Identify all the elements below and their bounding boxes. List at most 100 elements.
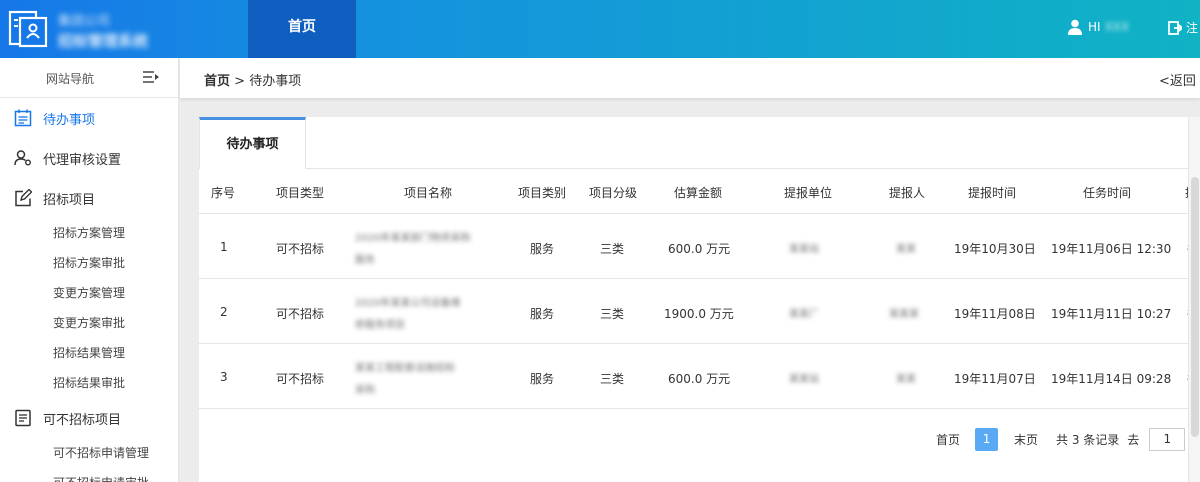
breadcrumb-bar: 首页 > 待办事项 <返回: [180, 58, 1200, 98]
cell-level: 三类: [600, 307, 625, 321]
sidebar-subitem[interactable]: 招标结果审批: [0, 368, 178, 398]
col-header: 项目类别: [518, 186, 567, 200]
breadcrumb-separator: >: [234, 74, 246, 89]
tab-bar: 待办事项: [199, 117, 1200, 169]
col-header: 提报人: [889, 186, 926, 200]
table-row[interactable]: 2 可不招标 2020年某某公司设备维 修服务项目 服务 三类 1900.0 万元…: [199, 279, 1200, 344]
back-link[interactable]: <返回: [1159, 70, 1196, 89]
vertical-scrollbar[interactable]: [1188, 117, 1200, 482]
cell-amount: 600.0 万元: [668, 242, 731, 256]
cell-no: 3: [220, 370, 228, 384]
cell-person: 某某: [896, 244, 916, 255]
breadcrumb-current: 待办事项: [249, 74, 302, 89]
breadcrumb-home[interactable]: 首页: [204, 74, 230, 89]
table-row[interactable]: 3 可不招标 某某工程配套设施招标 采购 服务 三类 600.0 万元 某某站 某…: [199, 344, 1200, 409]
sidebar-item-todo[interactable]: 待办事项: [0, 98, 178, 138]
pagination: 首页 1 末页 共 3 条记录 去 1 /: [936, 428, 1197, 451]
sidebar-subitem[interactable]: 变更方案审批: [0, 308, 178, 338]
document-icon: [15, 409, 31, 427]
user-greeting: HI: [1088, 20, 1101, 34]
content-panel: 待办事项 序号 项目类型 项目名称 项目类别 项目分级 估算金额 提报单位 提报…: [199, 117, 1200, 482]
user-icon: [1068, 19, 1082, 35]
cell-unit: 某某站: [789, 374, 819, 385]
cell-name[interactable]: 2020年某某公司设备维 修服务项目: [355, 293, 505, 337]
sidebar-item-no-bidding-project[interactable]: 可不招标项目: [0, 398, 178, 438]
cell-level: 三类: [600, 372, 625, 386]
tab-todo[interactable]: 待办事项: [199, 117, 306, 169]
page-first-button[interactable]: 首页: [936, 431, 960, 448]
sidebar-subitem[interactable]: 招标方案管理: [0, 218, 178, 248]
sidebar-subitem[interactable]: 可不招标申请管理: [0, 438, 178, 468]
cell-amount: 600.0 万元: [668, 372, 731, 386]
col-header: 序号: [211, 186, 236, 200]
logo-line1: 集团公司: [58, 14, 111, 29]
cell-report-time: 19年10月30日: [954, 242, 1036, 256]
page-goto-input[interactable]: 1: [1149, 428, 1186, 451]
cell-task-time: 19年11月11日 10:27: [1051, 307, 1172, 321]
sidebar-header: 网站导航: [0, 58, 178, 98]
cell-category: 服务: [530, 242, 555, 256]
col-header: 项目名称: [404, 186, 453, 200]
breadcrumb: 首页 > 待办事项: [204, 70, 301, 89]
logo-text: 集团公司 招标管理系统: [58, 10, 148, 51]
menu-collapse-icon[interactable]: [143, 70, 159, 84]
sidebar-subitem[interactable]: 招标结果管理: [0, 338, 178, 368]
col-header: 项目分级: [589, 186, 638, 200]
cell-name[interactable]: 2020年某某部门物资采购 服务: [355, 228, 505, 272]
sidebar-subitem[interactable]: 变更方案管理: [0, 278, 178, 308]
sidebar-item-label: 待办事项: [43, 112, 96, 128]
user-settings-icon: [14, 150, 31, 166]
cell-task-time: 19年11月14日 09:28: [1051, 372, 1172, 386]
col-header: 任务时间: [1083, 186, 1132, 200]
edit-icon: [15, 189, 32, 207]
sidebar-item-agent-review[interactable]: 代理审核设置: [0, 138, 178, 178]
table-header: 序号 项目类型 项目名称 项目类别 项目分级 估算金额 提报单位 提报人 提报时…: [199, 169, 1200, 214]
col-header: 项目类型: [276, 186, 325, 200]
logo-line2: 招标管理系统: [58, 32, 149, 50]
sidebar-item-label: 可不招标项目: [43, 412, 122, 428]
logout-icon: [1168, 20, 1182, 35]
sidebar-subitem[interactable]: 招标方案审批: [0, 248, 178, 278]
cell-report-time: 19年11月08日: [954, 307, 1036, 321]
cell-report-time: 19年11月07日: [954, 372, 1036, 386]
logout-button[interactable]: 注: [1168, 19, 1198, 36]
scrollbar-thumb[interactable]: [1191, 177, 1199, 437]
cell-type: 可不招标: [276, 242, 325, 256]
sidebar-item-label: 代理审核设置: [43, 152, 122, 168]
calendar-list-icon: [14, 109, 32, 127]
page-goto-label: 去: [1127, 433, 1140, 447]
nav-home-tab[interactable]: 首页: [248, 0, 356, 58]
cell-amount: 1900.0 万元: [664, 307, 734, 321]
cell-no: 2: [220, 305, 228, 319]
cell-type: 可不招标: [276, 372, 325, 386]
user-menu[interactable]: HI XXX: [1068, 19, 1129, 35]
cell-no: 1: [220, 240, 228, 254]
col-header: 估算金额: [674, 186, 723, 200]
sidebar-title: 网站导航: [45, 72, 94, 86]
page-current-button[interactable]: 1: [975, 428, 999, 451]
col-header: 提报时间: [968, 186, 1017, 200]
sidebar-item-label: 招标项目: [43, 192, 96, 208]
cell-person: 某某: [896, 374, 916, 385]
cell-person: 某某某: [889, 309, 919, 320]
table-row[interactable]: 1 可不招标 2020年某某部门物资采购 服务 服务 三类 600.0 万元 某某…: [199, 214, 1200, 279]
page-total: 共 3 条记录: [1056, 433, 1120, 447]
cell-level: 三类: [600, 242, 625, 256]
cell-category: 服务: [530, 372, 555, 386]
col-header: 提报单位: [784, 186, 833, 200]
cell-name[interactable]: 某某工程配套设施招标 采购: [355, 358, 505, 402]
cell-unit: 某某厂: [789, 309, 819, 320]
cell-unit: 某某站: [789, 244, 819, 255]
sidebar-subitem[interactable]: 可不招标申请审批: [0, 468, 178, 482]
sidebar-item-bidding-project[interactable]: 招标项目: [0, 178, 178, 218]
logout-label: 注: [1186, 21, 1199, 35]
todo-table: 序号 项目类型 项目名称 项目类别 项目分级 估算金额 提报单位 提报人 提报时…: [199, 169, 1200, 409]
user-name: XXX: [1104, 20, 1130, 34]
cell-category: 服务: [530, 307, 555, 321]
cell-task-time: 19年11月06日 12:30: [1051, 242, 1172, 256]
page-last-button[interactable]: 末页: [1014, 431, 1038, 448]
sidebar: 网站导航 待办事项 代理审核设置 招标项目 招标方案管理 招标方案审批 变更方案…: [0, 58, 179, 482]
logo-icon: [8, 8, 50, 50]
cell-type: 可不招标: [276, 307, 325, 321]
top-header: 集团公司 招标管理系统 首页 HI XXX 注: [0, 0, 1200, 58]
